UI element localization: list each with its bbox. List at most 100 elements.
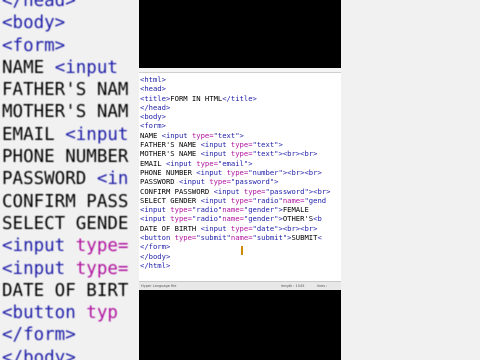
code-token: name= <box>230 233 253 243</box>
code-token: SUBMIT <box>291 233 318 243</box>
code-line: <form> <box>140 121 341 130</box>
code-token: "radio" <box>252 195 283 205</box>
code-editor[interactable]: <html> <head> <title>FORM IN HTML</title> <… <box>139 68 341 290</box>
code-token: type= <box>230 149 253 159</box>
code-token: type= <box>226 167 249 177</box>
code-token: type= <box>170 205 192 215</box>
code-line: DATE OF BIRTH <input type="date"><br><br… <box>140 224 341 233</box>
code-line: </head> <box>140 103 341 112</box>
code-line: PHONE NUMBER <input type="number"><br><b… <box>140 168 341 177</box>
code-token: "gender" <box>243 214 279 224</box>
code-token: "email" <box>217 158 249 168</box>
code-token: <input <box>165 158 197 168</box>
background-code-line: PASSWORD <in <box>2 168 128 190</box>
code-token: <input <box>213 186 244 196</box>
background-code-line: <button typ <box>2 302 128 324</box>
code-token: type= <box>209 177 231 187</box>
code-token: <input <box>2 236 76 257</box>
code-token: type= <box>230 140 253 150</box>
code-token: FATHER'S NAM <box>2 80 129 101</box>
code-token: "submit" <box>252 233 288 243</box>
background-code-line: PHONE NUMBER <box>2 146 128 168</box>
background-code-line: <input type= <box>2 235 128 257</box>
code-token: <title> <box>140 93 171 103</box>
code-token: name= <box>222 214 244 224</box>
background-code-line: <form> <box>2 35 128 57</box>
code-token: <button <box>2 303 87 324</box>
code-token: "text" <box>252 140 279 150</box>
code-token: DATE OF BIRT <box>2 280 129 301</box>
code-token: <input <box>54 57 118 78</box>
code-token: "text" <box>252 149 279 159</box>
code-token: type= <box>230 223 253 233</box>
code-token: FEMALE <box>282 205 309 215</box>
code-token: </body> <box>2 347 76 360</box>
code-token: </form> <box>140 242 171 252</box>
status-length: length : 1545 <box>281 284 305 288</box>
code-line: FATHER'S NAME <input type="text"> <box>140 140 341 149</box>
code-token: <html> <box>140 75 166 84</box>
video-frame: <html> <head> <title>FORM IN HTML</title> <… <box>139 0 341 360</box>
code-line: <head> <box>140 84 341 93</box>
code-token: MOTHER'S NAM <box>2 102 129 123</box>
code-token: PASSWORD <box>2 169 97 190</box>
background-blur-left: </head> <body> <form> NAME <input FATHER'S N… <box>0 0 139 360</box>
code-token: type= <box>196 158 218 168</box>
code-token: <body> <box>2 13 66 34</box>
code-line: PASSWORD <input type="password"> <box>140 177 341 186</box>
code-line: <body> <box>140 112 341 121</box>
code-token: "gend <box>304 195 327 205</box>
background-code-line: EMAIL <input <box>2 124 128 146</box>
code-token: FATHER'S NAME <box>140 140 201 150</box>
code-token: FORM IN HTML <box>170 93 223 103</box>
share-caption: Plz share <box>200 263 282 281</box>
code-line: <html> <box>140 75 341 84</box>
code-token: NAME <box>2 57 55 78</box>
code-token: PASSWORD <box>140 177 179 187</box>
code-token: typ <box>86 303 118 324</box>
background-code-line: MOTHER'S NAM <box>2 101 128 123</box>
code-line: <input type="radio"name="gender">FEMALE <box>140 205 341 214</box>
code-token: > <box>274 177 279 187</box>
code-token: <input <box>2 258 76 279</box>
code-token: type= <box>230 195 253 205</box>
code-line: <input type="radio"name="gender">OTHER'S… <box>140 214 341 223</box>
code-token: </body> <box>140 251 171 261</box>
background-code-left: </head> <body> <form> NAME <input FATHER'S N… <box>2 0 128 360</box>
background-code-line: CONFIRM PASS <box>2 191 128 213</box>
code-token: <head> <box>140 84 166 94</box>
code-token: </form> <box>2 325 76 346</box>
code-token: <form> <box>2 35 66 56</box>
code-token: <input <box>178 177 210 187</box>
code-token: "date" <box>252 223 279 233</box>
code-token: EMAIL <box>140 158 166 168</box>
code-token: type= <box>174 233 197 243</box>
status-lines: lines : <box>317 284 328 288</box>
code-token: </title> <box>222 93 257 103</box>
code-token: ><br><br> <box>278 149 318 159</box>
code-line: SELECT GENDER <input type="radio"name="g… <box>140 196 341 205</box>
code-token: <input <box>200 149 231 159</box>
status-file-type: Hyper Language file <box>141 284 177 288</box>
code-token: ><br><br> <box>278 223 318 233</box>
code-token: </head> <box>140 102 171 112</box>
code-token: "text" <box>213 130 240 140</box>
code-token: <input <box>140 205 171 215</box>
code-token: <b <box>313 214 322 224</box>
code-token: SELECT GENDE <box>2 213 129 234</box>
code-token: > <box>248 158 253 168</box>
code-token: <button <box>140 233 175 243</box>
code-token: PHONE NUMBER <box>140 167 197 177</box>
code-token: CONFIRM PASSWORD <box>140 186 214 196</box>
code-token: <input <box>65 124 129 145</box>
code-line: NAME <input type="text"> <box>140 131 341 140</box>
code-token: </html> <box>140 260 171 270</box>
code-token: <form> <box>140 121 166 131</box>
code-line: CONFIRM PASSWORD <input type="password">… <box>140 187 341 196</box>
code-line: MOTHER'S NAME <input type="text"><br><br… <box>140 149 341 158</box>
code-area[interactable]: <html> <head> <title>FORM IN HTML</title> <… <box>139 73 341 270</box>
code-token: <input <box>161 130 192 140</box>
code-token: "submit" <box>196 233 231 243</box>
code-token: "password" <box>265 186 309 196</box>
code-token: NAME <box>140 130 162 140</box>
